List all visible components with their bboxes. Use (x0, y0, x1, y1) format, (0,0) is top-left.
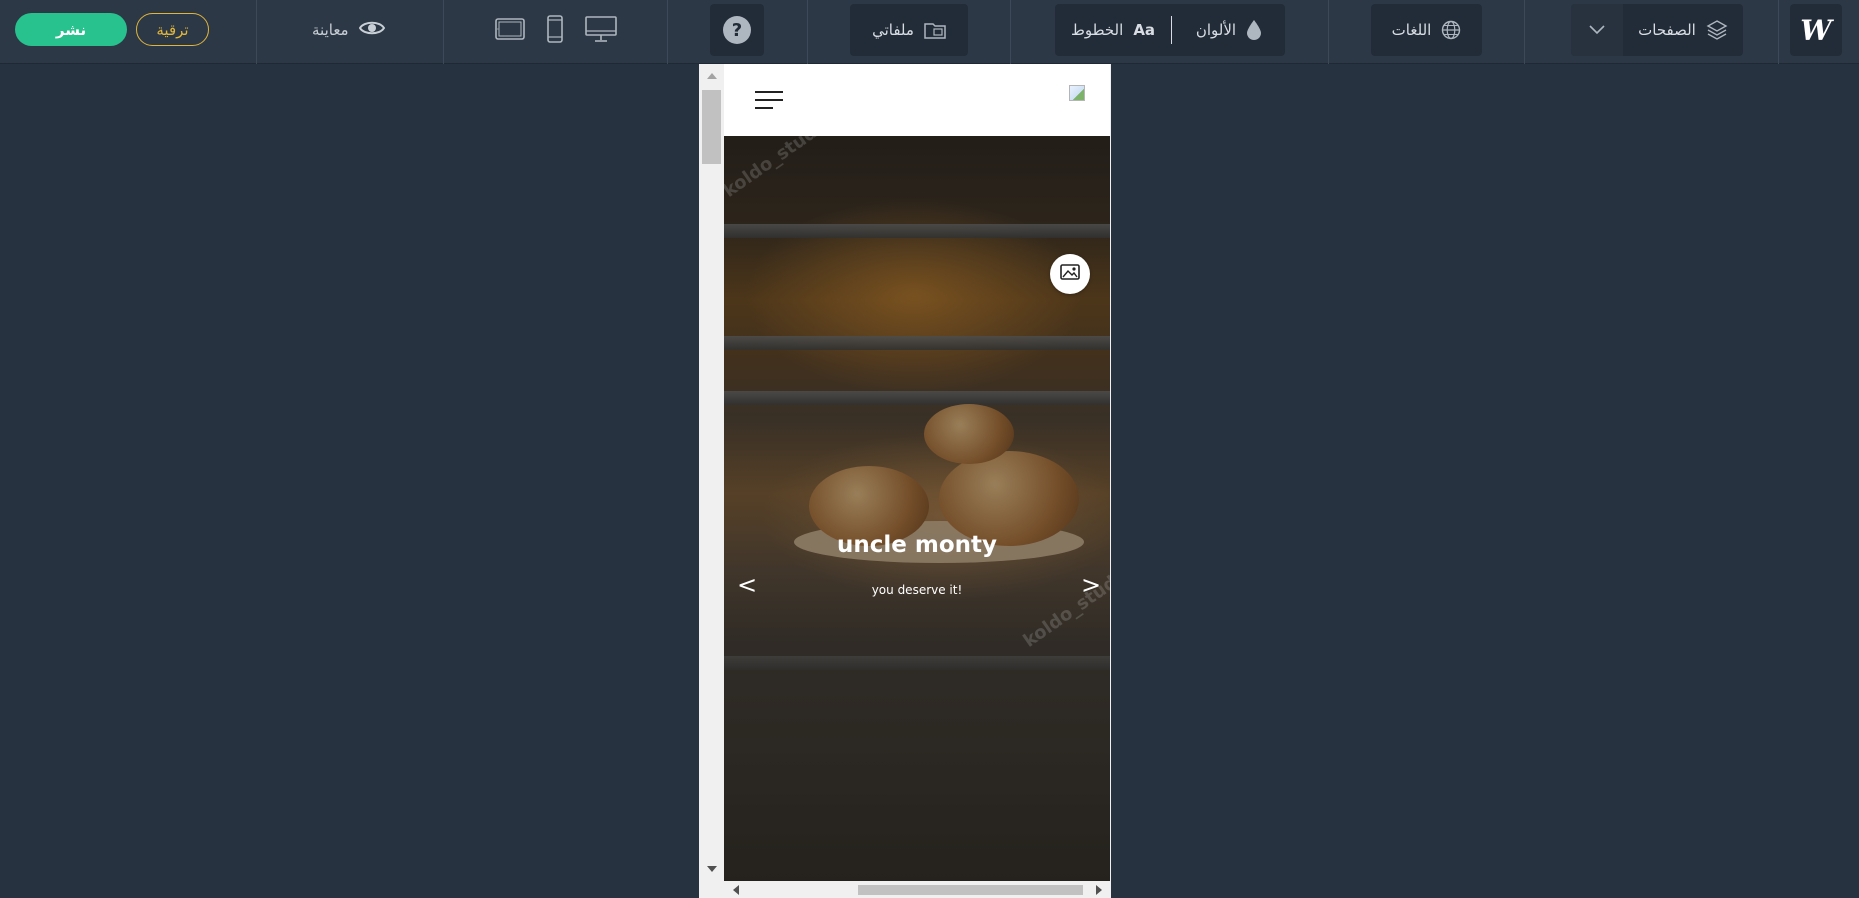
languages-label: اللغات (1391, 21, 1432, 39)
horizontal-scrollbar[interactable] (724, 881, 1111, 898)
colors-label: الألوان (1195, 21, 1237, 39)
pages-selector[interactable]: الصفحات (1571, 4, 1743, 56)
upgrade-button[interactable]: ترقية (136, 13, 209, 46)
pages-label: الصفحات (1638, 21, 1696, 39)
chevron-down-icon (1588, 24, 1606, 36)
mobile-view-button[interactable] (539, 15, 571, 47)
slider-prev-button[interactable]: < (737, 571, 757, 599)
desktop-view-button[interactable] (584, 16, 618, 46)
site-logo-image[interactable] (1069, 85, 1085, 101)
toolbar-divider (807, 0, 808, 64)
hero-title[interactable]: uncle monty (724, 532, 1110, 558)
pages-button[interactable]: الصفحات (1623, 4, 1743, 56)
help-icon: ? (723, 16, 751, 44)
toolbar-divider (443, 0, 444, 64)
toolbar-divider (1524, 0, 1525, 64)
scroll-down-arrow-icon[interactable] (707, 866, 717, 872)
scroll-right-arrow-icon[interactable] (1096, 885, 1102, 895)
tablet-view-button[interactable] (494, 16, 526, 46)
droplet-icon (1246, 19, 1262, 41)
toolbar-divider (1171, 16, 1172, 44)
scroll-up-arrow-icon[interactable] (707, 73, 717, 79)
scrollbar-thumb[interactable] (858, 885, 1083, 895)
scrollbar-thumb[interactable] (702, 90, 721, 164)
mobile-preview-frame: koldo_studio koldo_studio uncle monty yo… (699, 64, 1111, 898)
publish-button[interactable]: نشر (15, 13, 127, 46)
toolbar-divider (667, 0, 668, 64)
my-files-label: ملفاتي (872, 21, 914, 39)
tablet-icon (495, 17, 525, 45)
mobile-icon (546, 15, 564, 47)
scroll-left-arrow-icon[interactable] (733, 885, 739, 895)
vertical-scrollbar[interactable] (699, 64, 724, 898)
hero-subtitle[interactable]: you deserve it! (724, 583, 1110, 597)
slider-next-button[interactable]: > (1081, 571, 1101, 599)
layers-icon (1706, 19, 1728, 41)
app-logo[interactable]: W (1790, 4, 1842, 56)
hero-slider[interactable]: koldo_studio koldo_studio uncle monty yo… (724, 136, 1110, 881)
toolbar-divider (256, 0, 257, 64)
preview-button[interactable]: معاينة (312, 16, 385, 44)
globe-icon (1441, 20, 1461, 40)
languages-button[interactable]: اللغات (1371, 4, 1482, 56)
editor-toolbar: نشر ترقية معاينة ? ملفاتي الخطوط Aa الأل… (0, 0, 1859, 64)
site-header (724, 64, 1110, 136)
hamburger-menu-icon[interactable] (755, 91, 783, 111)
colors-button[interactable]: الألوان (1173, 4, 1285, 56)
image-icon (1060, 264, 1080, 284)
site-preview: koldo_studio koldo_studio uncle monty yo… (724, 64, 1110, 881)
fonts-icon: Aa (1133, 21, 1156, 39)
folder-icon (924, 20, 946, 40)
change-image-button[interactable] (1050, 254, 1090, 294)
preview-label: معاينة (312, 21, 349, 39)
toolbar-divider (1778, 0, 1779, 64)
help-button[interactable]: ? (710, 4, 764, 56)
hero-overlay (724, 136, 1110, 881)
my-files-button[interactable]: ملفاتي (850, 4, 968, 56)
fonts-label: الخطوط (1070, 21, 1124, 39)
toolbar-divider (1328, 0, 1329, 64)
fonts-colors-group: الخطوط Aa الألوان (1055, 4, 1285, 56)
pages-dropdown-toggle[interactable] (1571, 4, 1623, 56)
toolbar-divider (1010, 0, 1011, 64)
fonts-button[interactable]: الخطوط Aa (1055, 4, 1171, 56)
eye-icon (358, 19, 385, 41)
desktop-icon (585, 15, 617, 47)
